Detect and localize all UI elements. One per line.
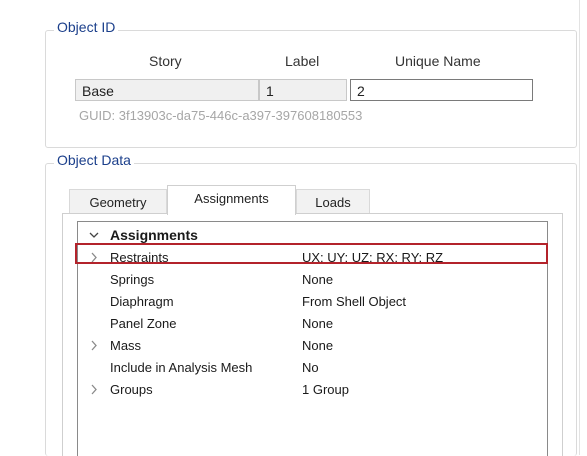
property-name: Include in Analysis Mesh [110, 360, 253, 375]
property-row-diaphragm[interactable]: Diaphragm From Shell Object [78, 292, 547, 311]
property-value[interactable]: None [302, 270, 333, 289]
label-header: Label [285, 53, 320, 69]
property-value[interactable]: From Shell Object [302, 292, 406, 311]
property-name: Groups [110, 382, 153, 397]
tab-loads[interactable]: Loads [296, 189, 370, 214]
property-value[interactable]: 1 Group [302, 380, 349, 399]
restraints-highlight-box [75, 243, 548, 264]
tab-assignments[interactable]: Assignments [167, 185, 296, 215]
chevron-right-icon[interactable] [88, 380, 100, 399]
chevron-right-icon[interactable] [88, 336, 100, 355]
story-header: Story [149, 53, 182, 69]
property-value[interactable]: None [302, 314, 333, 333]
property-row-mass[interactable]: Mass None [78, 336, 547, 355]
property-name: Panel Zone [110, 316, 177, 331]
property-name: Springs [110, 272, 155, 287]
tab-geometry[interactable]: Geometry [69, 189, 167, 214]
object-data-legend: Object Data [54, 152, 134, 168]
object-info-panel: Object ID Story Label Unique Name Base 1… [0, 0, 587, 456]
property-value[interactable]: None [302, 336, 333, 355]
unique-name-header: Unique Name [395, 53, 481, 69]
property-row-panel-zone[interactable]: Panel Zone None [78, 314, 547, 333]
property-row-groups[interactable]: Groups 1 Group [78, 380, 547, 399]
property-name: Diaphragm [110, 294, 174, 309]
property-name: Mass [110, 338, 142, 353]
property-value[interactable]: No [302, 358, 319, 377]
unique-name-field[interactable]: 2 [350, 79, 533, 101]
label-field: 1 [259, 79, 347, 101]
property-row-springs[interactable]: Springs None [78, 270, 547, 289]
panel-right-border [579, 0, 580, 455]
object-id-legend: Object ID [54, 19, 119, 35]
story-field: Base [75, 79, 259, 101]
guid-text: GUID: 3f13903c-da75-446c-a397-3976081805… [79, 108, 363, 123]
property-row-include-in-analysis-mesh[interactable]: Include in Analysis Mesh No [78, 358, 547, 377]
